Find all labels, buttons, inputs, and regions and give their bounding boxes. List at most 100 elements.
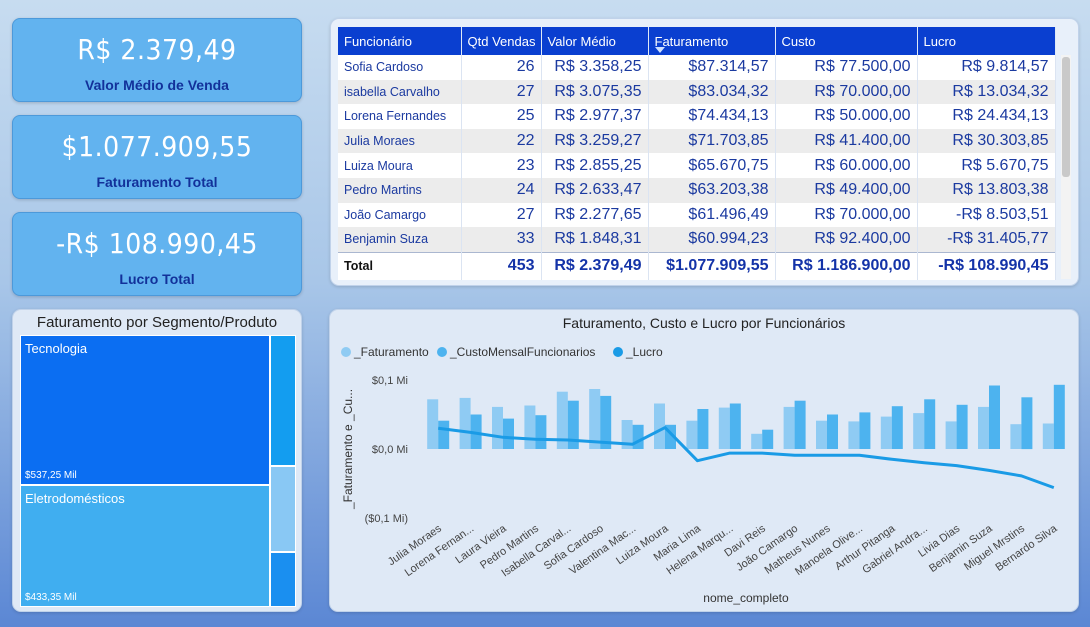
y-tick-label: ($0,1 Mi) [365,513,408,525]
bar-customensalfuncionarios [1053,384,1065,449]
bar-faturamento [524,405,536,449]
table-cell: 27 [461,202,542,228]
kpi-avg-sale[interactable]: R$ 2.379,49 Valor Médio de Venda [12,18,302,102]
table-cell: 26 [461,55,542,80]
table-cell: Pedro Martins [338,177,462,203]
table-cell: R$ 41.400,00 [775,128,918,154]
legend-marker [341,347,351,357]
bar-customensalfuncionarios [729,403,741,449]
treemap-tile[interactable] [270,466,296,552]
table-cell: R$ 77.500,00 [775,55,918,80]
kpi-label: Faturamento Total [96,174,218,190]
table-cell: Luiza Moura [338,153,462,178]
column-header-funcionario[interactable]: Funcionário [338,27,462,55]
column-header-custo[interactable]: Custo [775,27,918,55]
table-cell: $83.034,32 [648,79,776,105]
sales-table-panel: Funcionário Qtd Vendas Valor Médio Fatur… [330,18,1079,286]
table-cell: -R$ 8.503,51 [917,202,1056,228]
table-row[interactable]: Luiza Moura 23 R$ 2.855,25 $65.670,75 R$ 60.… [338,153,1056,178]
table-row[interactable]: João Camargo 27 R$ 2.277,65 $61.496,49 R$ 70… [338,202,1056,228]
table-cell: isabella Carvalho [338,79,462,105]
table-cell: 27 [461,79,542,105]
y-tick-label: $0,1 Mi [372,375,408,387]
table-row[interactable]: isabella Carvalho 27 R$ 3.075,35 $83.034,32… [338,79,1056,105]
table-row[interactable]: Sofia Cardoso 26 R$ 3.358,25 $87.314,57 R$ 7… [338,55,1056,80]
bar-faturamento [945,421,957,449]
table-cell: R$ 2.277,65 [541,202,649,228]
bar-customensalfuncionarios [891,406,903,449]
table-row[interactable]: Pedro Martins 24 R$ 2.633,47 $63.203,38 R$ 4… [338,177,1056,203]
table-cell: 22 [461,128,542,154]
combo-chart: Faturamento, Custo e Lucro por Funcionár… [341,315,1065,605]
bar-customensalfuncionarios [794,400,806,449]
table-scrollbar-thumb[interactable] [1062,57,1070,177]
tile-label: Tecnologia [25,341,88,356]
treemap-tile[interactable] [270,552,296,607]
treemap-tile[interactable] [270,335,296,466]
tile-value: $433,35 Mil [25,592,77,603]
table-cell: R$ 3.259,27 [541,128,649,154]
total-cell: R$ 1.186.900,00 [775,251,918,280]
legend-label: _Lucro [625,345,663,359]
bar-faturamento [427,399,439,449]
chart-title: Faturamento, Custo e Lucro por Funcionár… [563,315,845,331]
table-row[interactable]: Julia Moraes 22 R$ 3.259,27 $71.703,85 R$ 41… [338,128,1056,154]
table-cell: Sofia Cardoso [338,55,462,80]
table-cell: $87.314,57 [648,55,776,80]
kpi-revenue[interactable]: $1.077.909,55 Faturamento Total [12,115,302,199]
table-cell: R$ 2.855,25 [541,153,649,178]
bar-customensalfuncionarios [956,404,968,449]
bar-faturamento [913,413,925,449]
table-cell: R$ 92.400,00 [775,227,918,253]
table-cell: $65.670,75 [648,153,776,178]
table-row[interactable]: Benjamin Suza 33 R$ 1.848,31 $60.994,23 R$ 9… [338,227,1056,253]
legend-label: _CustoMensalFuncionarios [449,345,595,359]
kpi-label: Valor Médio de Venda [85,77,229,93]
bar-customensalfuncionarios [859,412,871,449]
total-cell: $1.077.909,55 [648,251,776,280]
total-cell: Total [338,251,462,280]
treemap-tile-eletrodomesticos[interactable]: Eletrodomésticos $433,35 Mil [20,485,270,607]
chart-panel: Faturamento, Custo e Lucro por Funcionár… [329,309,1079,612]
table-cell: 33 [461,227,542,253]
total-cell: -R$ 108.990,45 [917,251,1056,280]
bar-customensalfuncionarios [924,399,936,449]
legend-marker [437,347,447,357]
bar-faturamento [751,433,763,449]
sort-descending-icon [654,47,665,53]
bar-faturamento [459,397,471,449]
column-header-lucro[interactable]: Lucro [917,27,1056,55]
table-cell: Benjamin Suza [338,227,462,253]
bar-faturamento [1042,423,1054,449]
total-cell: 453 [461,251,542,280]
kpi-profit[interactable]: -R$ 108.990,45 Lucro Total [12,212,302,296]
bar-faturamento [978,406,989,449]
table-cell: R$ 70.000,00 [775,79,918,105]
bar-customensalfuncionarios [697,409,709,449]
bar-faturamento [880,416,892,449]
column-header-valor-medio[interactable]: Valor Médio [541,27,649,55]
bar-customensalfuncionarios [632,424,644,449]
table-cell: Lorena Fernandes [338,104,462,129]
y-axis-label: _Faturamento e _Cu... [341,389,355,510]
column-header-qtd-vendas[interactable]: Qtd Vendas [461,27,542,55]
bar-customensalfuncionarios [503,418,514,449]
column-header-faturamento[interactable]: Faturamento [648,27,776,55]
table-cell: R$ 13.803,38 [917,177,1056,203]
table-total-row: Total 453 R$ 2.379,49 $1.077.909,55 R$ 1.186… [338,251,1056,280]
table-cell: $74.434,13 [648,104,776,129]
bar-customensalfuncionarios [989,385,1000,449]
table-cell: -R$ 31.405,77 [917,227,1056,253]
total-cell: R$ 2.379,49 [541,251,649,280]
table-cell: R$ 13.034,32 [917,79,1056,105]
table-cell: 25 [461,104,542,129]
table-cell: $61.496,49 [648,202,776,228]
bar-customensalfuncionarios [762,429,774,449]
table-cell: 23 [461,153,542,178]
treemap-panel: Faturamento por Segmento/Produto Tecnolo… [12,309,302,612]
table-cell: R$ 5.670,75 [917,153,1056,178]
legend-marker [613,347,623,357]
bar-faturamento [686,420,698,449]
table-row[interactable]: Lorena Fernandes 25 R$ 2.977,37 $74.434,13 R… [338,104,1056,129]
treemap-tile-tecnologia[interactable]: Tecnologia $537,25 Mil [20,335,270,485]
